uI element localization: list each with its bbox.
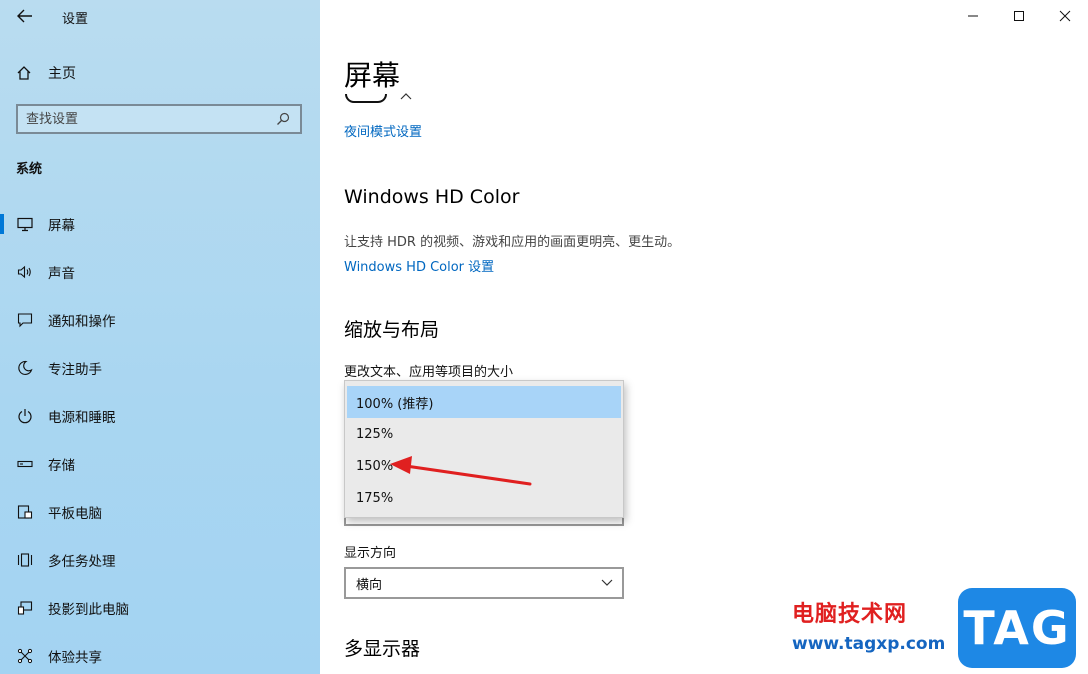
sidebar-item-label: 声音 xyxy=(48,266,75,282)
multi-display-title: 多显示器 xyxy=(344,638,421,660)
sidebar-item-display[interactable]: 屏幕 xyxy=(0,200,320,248)
sidebar-item-label: 通知和操作 xyxy=(48,314,116,330)
hdr-settings-link[interactable]: Windows HD Color 设置 xyxy=(344,256,494,275)
sidebar-item-share[interactable]: 体验共享 xyxy=(0,632,320,674)
speaker-icon xyxy=(16,263,34,281)
sidebar-item-project[interactable]: 投影到此电脑 xyxy=(0,584,320,632)
notification-icon xyxy=(16,311,34,329)
project-icon xyxy=(16,599,34,617)
window-controls xyxy=(950,0,1088,32)
orientation-value: 横向 xyxy=(356,577,383,593)
share-icon xyxy=(16,647,34,665)
sidebar-item-power[interactable]: 电源和睡眠 xyxy=(0,392,320,440)
night-light-settings-link[interactable]: 夜间模式设置 xyxy=(344,121,422,140)
search-input[interactable] xyxy=(18,105,276,133)
watermark-url: www.tagxp.com xyxy=(792,634,946,654)
orientation-select[interactable]: 横向 xyxy=(344,567,624,599)
moon-icon xyxy=(16,359,34,377)
sidebar-item-storage[interactable]: 存储 xyxy=(0,440,320,488)
scale-label: 更改文本、应用等项目的大小 xyxy=(344,365,514,380)
scale-option-125[interactable]: 125% xyxy=(347,418,621,450)
scale-option-150[interactable]: 150% xyxy=(347,450,621,482)
chevron-down-icon xyxy=(600,575,614,589)
sidebar-item-notifications[interactable]: 通知和操作 xyxy=(0,296,320,344)
sidebar-item-label: 电源和睡眠 xyxy=(48,410,116,426)
app-title: 设置 xyxy=(62,12,89,27)
scale-dropdown[interactable]: 100% (推荐) 125% 150% 175% xyxy=(344,380,624,518)
storage-icon xyxy=(16,455,34,473)
sidebar-item-label: 投影到此电脑 xyxy=(48,602,129,618)
sidebar-item-sound[interactable]: 声音 xyxy=(0,248,320,296)
chevron-up-icon xyxy=(400,90,412,104)
hdr-section-title: Windows HD Color xyxy=(344,186,520,208)
sidebar-item-label: 多任务处理 xyxy=(48,554,116,570)
close-icon xyxy=(1059,10,1071,22)
sidebar-item-tablet[interactable]: 平板电脑 xyxy=(0,488,320,536)
scale-option-100[interactable]: 100% (推荐) xyxy=(347,386,621,418)
sidebar-item-label: 主页 xyxy=(48,66,76,82)
sidebar-nav: 屏幕 声音 通知和操作 专注助手 电源和睡眠 存储 平板电脑 多任务处理 投影到… xyxy=(0,200,320,674)
toggle-switch[interactable] xyxy=(344,94,388,104)
sidebar: 设置 主页 系统 屏幕 声音 通知和操作 专注助手 xyxy=(0,0,320,674)
multitask-icon xyxy=(16,551,34,569)
monitor-icon xyxy=(16,215,34,233)
sidebar-item-focus[interactable]: 专注助手 xyxy=(0,344,320,392)
sidebar-item-home[interactable]: 主页 xyxy=(16,62,76,84)
tablet-icon xyxy=(16,503,34,521)
minimize-button[interactable] xyxy=(950,0,996,32)
sidebar-item-multitasking[interactable]: 多任务处理 xyxy=(0,536,320,584)
sidebar-item-label: 屏幕 xyxy=(48,218,75,234)
maximize-button[interactable] xyxy=(996,0,1042,32)
power-icon xyxy=(16,407,34,425)
scale-section-title: 缩放与布局 xyxy=(344,319,440,341)
orientation-label: 显示方向 xyxy=(344,546,397,561)
maximize-icon xyxy=(1014,11,1024,21)
main-content: 屏幕 夜间模式设置 Windows HD Color 让支持 HDR 的视频、游… xyxy=(320,0,1088,674)
close-button[interactable] xyxy=(1042,0,1088,32)
scale-option-175[interactable]: 175% xyxy=(347,482,621,514)
home-icon xyxy=(16,65,34,81)
page-title: 屏幕 xyxy=(344,59,401,92)
arrow-left-icon xyxy=(17,9,32,23)
hdr-description: 让支持 HDR 的视频、游戏和应用的画面更明亮、更生动。 xyxy=(344,235,681,250)
search-icon[interactable] xyxy=(276,112,294,126)
minimize-icon xyxy=(968,15,978,17)
watermark-text: 电脑技术网 xyxy=(792,602,908,627)
watermark-badge: TAG xyxy=(958,588,1076,668)
sidebar-item-label: 平板电脑 xyxy=(48,506,102,522)
sidebar-item-label: 专注助手 xyxy=(48,362,102,378)
section-label: 系统 xyxy=(16,162,43,177)
sidebar-item-label: 存储 xyxy=(48,458,75,474)
back-button[interactable] xyxy=(14,6,36,26)
sidebar-item-label: 体验共享 xyxy=(48,650,102,666)
search-box[interactable] xyxy=(16,104,302,134)
